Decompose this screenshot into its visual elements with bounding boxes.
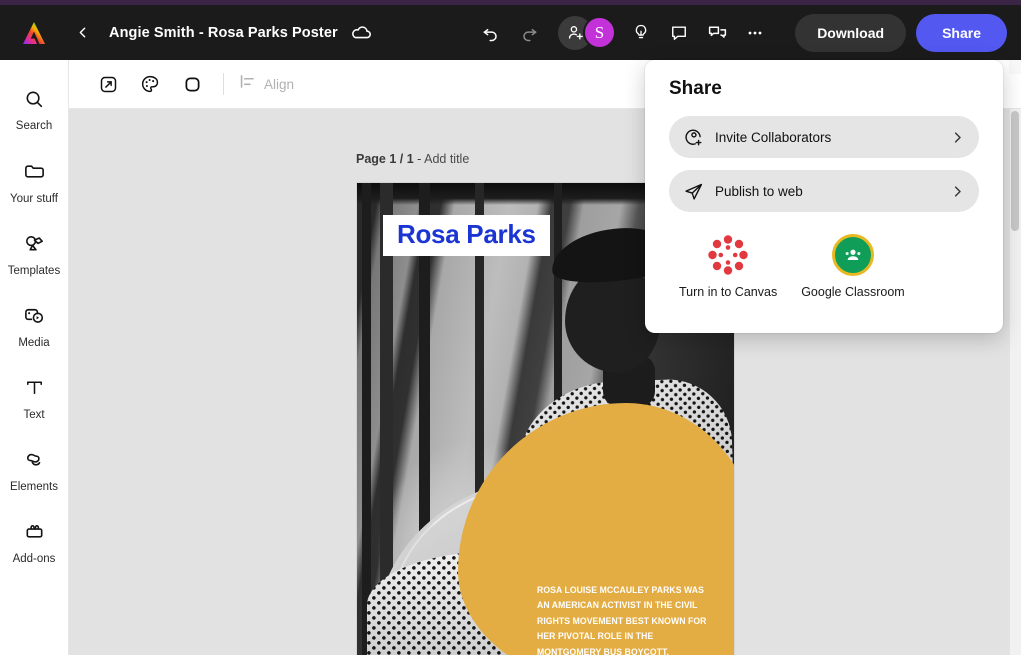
scrollbar-thumb[interactable]: [1011, 111, 1019, 231]
share-apps-row: Turn in to Canvas Google Classroom: [669, 234, 979, 299]
collaborators-group: S: [558, 15, 616, 50]
share-panel-title: Share: [669, 78, 722, 99]
bus-window-bar: [362, 183, 371, 655]
turn-in-to-canvas-button[interactable]: Turn in to Canvas: [679, 234, 777, 299]
avatar[interactable]: S: [583, 16, 616, 49]
share-popover: Share Invite Collaborators Publish to we…: [645, 60, 1003, 333]
align-button[interactable]: Align: [238, 72, 294, 96]
folder-icon: [23, 160, 46, 188]
turn-in-to-canvas-label: Turn in to Canvas: [679, 285, 778, 299]
sidebar-item-label: Search: [15, 120, 53, 132]
google-classroom-button[interactable]: Google Classroom: [801, 234, 905, 299]
top-tools-group: S: [474, 5, 772, 60]
scrollbar-top-cap: [1009, 60, 1021, 74]
addons-icon: [23, 520, 46, 548]
paper-plane-icon: [683, 181, 709, 202]
sidebar-item-elements[interactable]: Elements: [1, 434, 67, 506]
share-button[interactable]: Share: [916, 13, 1007, 52]
sidebar-item-your-stuff[interactable]: Your stuff: [1, 146, 67, 218]
lightbulb-icon[interactable]: [624, 16, 658, 50]
sidebar-item-search[interactable]: Search: [1, 74, 67, 146]
download-button[interactable]: Download: [795, 13, 907, 52]
comment-icon[interactable]: [662, 16, 696, 50]
sidebar-item-text[interactable]: Text: [1, 362, 67, 434]
search-icon: [23, 88, 45, 115]
poster-title: Rosa Parks: [397, 219, 536, 249]
canvas-lms-icon: [707, 234, 749, 276]
elements-icon: [23, 448, 46, 476]
google-classroom-label: Google Classroom: [801, 285, 905, 299]
poster-body-text[interactable]: ROSA LOUISE MCCAULEY PARKS WAS AN AMERIC…: [537, 582, 716, 655]
templates-icon: [23, 232, 46, 260]
comments-stack-icon[interactable]: [700, 16, 734, 50]
color-palette-icon[interactable]: [133, 67, 167, 101]
google-classroom-icon: [831, 234, 874, 276]
toolbar-divider: [223, 73, 224, 95]
sidebar-item-label: Templates: [7, 264, 61, 277]
chevron-right-icon: [950, 184, 965, 199]
sidebar-item-addons[interactable]: Add-ons: [1, 506, 67, 578]
sidebar-item-media[interactable]: Media: [1, 290, 67, 362]
more-horizontal-icon[interactable]: [738, 16, 772, 50]
invite-collaborators-label: Invite Collaborators: [715, 129, 832, 145]
undo-button[interactable]: [474, 16, 508, 50]
top-bar: Angie Smith - Rosa Parks Poster S Downlo…: [0, 5, 1021, 60]
align-icon: [238, 72, 257, 96]
cloud-saved-icon[interactable]: [350, 22, 372, 44]
sidebar-item-label: Your stuff: [10, 192, 58, 205]
sidebar-item-label: Add-ons: [12, 552, 56, 565]
app-logo[interactable]: [17, 16, 51, 50]
sidebar-item-label: Elements: [10, 480, 58, 493]
left-sidebar: Search Your stuff Templates Media Text E…: [0, 60, 69, 655]
rounded-square-icon[interactable]: [175, 67, 209, 101]
person-add-circle-icon: [683, 127, 709, 148]
media-icon: [23, 304, 46, 332]
text-icon: [23, 376, 46, 404]
app-root: Angie Smith - Rosa Parks Poster S Downlo…: [0, 0, 1021, 655]
chevron-right-icon: [950, 130, 965, 145]
redo-button[interactable]: [512, 16, 546, 50]
top-right-actions: Download Share: [795, 5, 1007, 60]
sidebar-item-templates[interactable]: Templates: [1, 218, 67, 290]
poster-title-banner[interactable]: Rosa Parks: [383, 215, 550, 256]
canvas-scrollbar[interactable]: [1009, 109, 1021, 655]
publish-to-web-row[interactable]: Publish to web: [669, 170, 979, 212]
back-button[interactable]: [67, 18, 97, 48]
document-title[interactable]: Angie Smith - Rosa Parks Poster: [109, 25, 338, 41]
sidebar-item-label: Media: [18, 336, 50, 349]
page-label-separator: -: [413, 152, 425, 166]
add-title-button[interactable]: Add title: [424, 152, 469, 166]
align-label: Align: [264, 76, 295, 92]
page-label: Page 1 / 1 - Add title: [356, 152, 469, 166]
sidebar-item-label: Text: [23, 408, 45, 421]
publish-to-web-label: Publish to web: [715, 183, 803, 199]
page-indicator: Page 1 / 1: [356, 152, 414, 166]
invite-collaborators-row[interactable]: Invite Collaborators: [669, 116, 979, 158]
resize-icon[interactable]: [91, 67, 125, 101]
